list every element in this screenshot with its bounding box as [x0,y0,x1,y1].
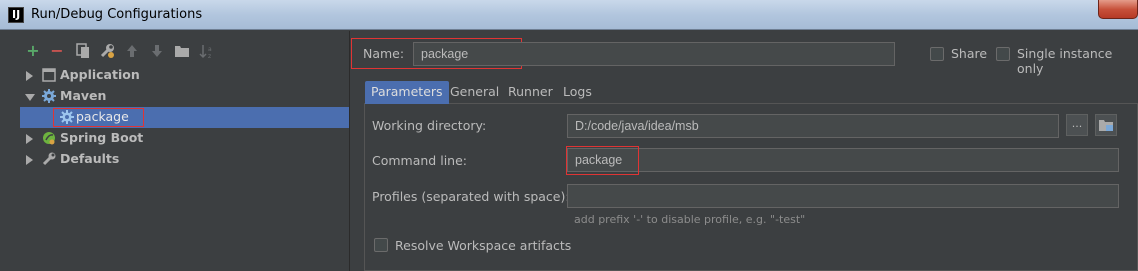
working-directory-field[interactable] [567,114,1059,138]
package-highlight-box [53,108,144,127]
working-directory-label: Working directory: [372,118,487,133]
expand-arrow-icon[interactable] [26,155,33,165]
tree-item-maven[interactable]: Maven [20,86,349,107]
left-edge [0,31,20,271]
single-instance-label: Single instance only [1017,46,1113,76]
tree-label-spring-boot: Spring Boot [60,130,144,145]
intellij-app-icon: IJ [8,7,24,23]
expand-arrow-icon[interactable] [26,134,33,144]
share-checkbox[interactable] [930,47,944,61]
close-window-button[interactable] [1098,0,1138,19]
tab-runner[interactable]: Runner [502,81,559,104]
tab-logs[interactable]: Logs [557,81,598,104]
svg-text:z: z [208,53,211,59]
move-up-icon[interactable] [125,43,139,59]
wrench-icon[interactable] [99,43,115,59]
tree-label-defaults: Defaults [60,151,120,166]
name-field[interactable] [413,42,895,66]
folder-icon[interactable] [174,44,190,58]
maven-gear-icon [42,89,56,103]
spring-boot-icon [42,131,56,145]
select-module-button[interactable] [1095,114,1117,136]
collapse-arrow-icon[interactable] [25,94,35,101]
window-title: Run/Debug Configurations [31,7,203,22]
resolve-workspace-checkbox[interactable] [374,238,388,252]
share-label: Share [951,46,988,61]
defaults-wrench-icon [42,152,56,166]
module-folder-icon [1099,120,1113,131]
application-icon [42,68,56,82]
expand-arrow-icon[interactable] [26,71,33,81]
command-line-label: Command line: [372,153,467,168]
tree-label-maven: Maven [60,88,107,103]
app-icon-letter: IJ [12,8,21,21]
tab-parameters[interactable]: Parameters [365,81,449,104]
add-icon[interactable]: + [25,43,41,59]
browse-button[interactable]: ... [1066,114,1088,136]
command-line-field[interactable] [567,148,1119,172]
tree-item-application[interactable]: Application [20,65,349,86]
single-instance-checkbox[interactable] [996,47,1010,61]
move-down-icon[interactable] [150,43,164,59]
tree-item-spring-boot[interactable]: Spring Boot [20,128,349,149]
tree-label-application: Application [60,67,140,82]
svg-text:a: a [208,46,212,53]
resolve-workspace-label: Resolve Workspace artifacts [395,238,572,253]
copy-icon[interactable] [75,43,91,59]
tree-item-defaults[interactable]: Defaults [20,149,349,170]
remove-icon[interactable]: − [49,43,65,59]
profiles-hint: add prefix '-' to disable profile, e.g. … [574,213,806,226]
command-line-highlight-box [566,146,639,175]
name-label: Name: [363,46,405,61]
profiles-label: Profiles (separated with space): [372,189,570,204]
tab-general[interactable]: General [444,81,505,104]
profiles-field[interactable] [567,184,1119,208]
sort-icon[interactable]: az [199,43,215,60]
